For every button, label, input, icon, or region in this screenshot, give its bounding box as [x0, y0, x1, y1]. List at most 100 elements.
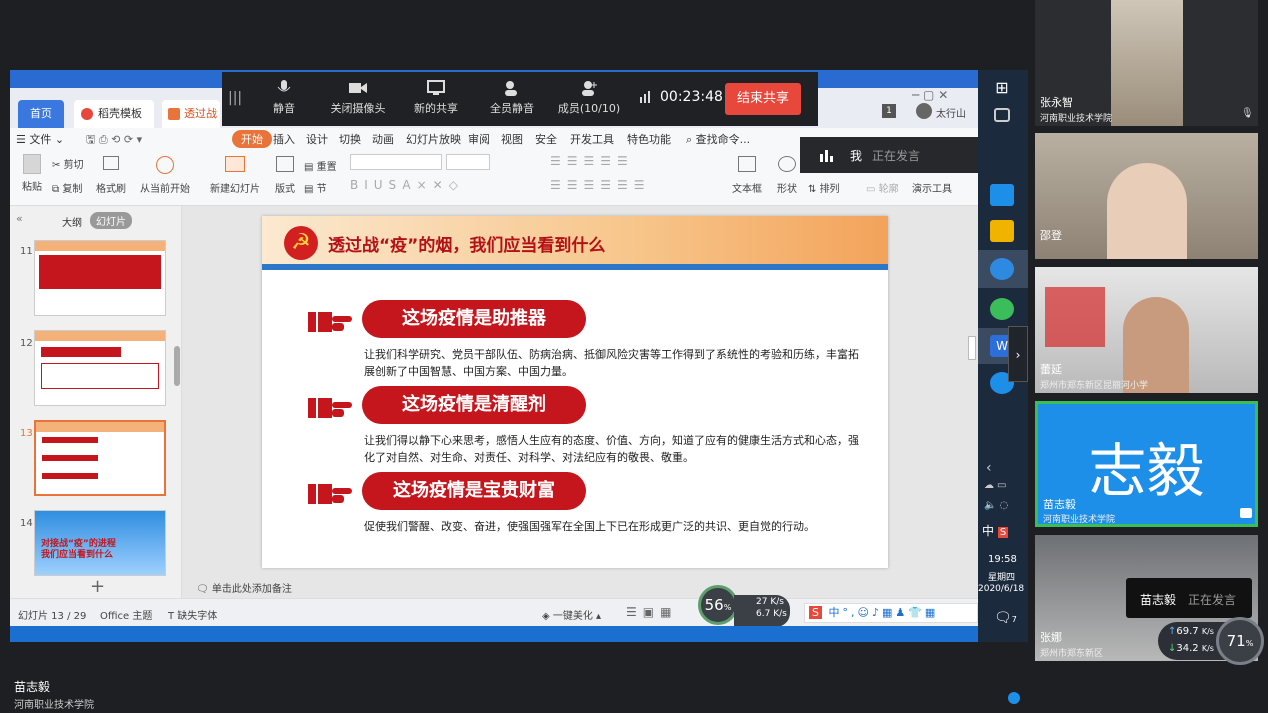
tab-slides[interactable]: 幻灯片 — [90, 212, 132, 229]
quick-access-toolbar[interactable]: 🖫 ⎙ ⟲ ⟳ ▾ — [86, 131, 142, 150]
outline-button[interactable]: ▭ 轮廓 — [866, 180, 899, 195]
thumb-number: 11 — [20, 246, 33, 257]
participant-tile[interactable]: 蕾延 郑州市郑东新区昆丽河小学 — [1035, 267, 1258, 393]
mute-button[interactable]: 静音 — [268, 80, 300, 116]
view-buttons[interactable]: ☰▣▦ — [626, 605, 677, 619]
beautify-button[interactable]: ◈ 一键美化 ▴ — [542, 607, 601, 622]
font-style-buttons[interactable]: BIUSA×✕◇ — [350, 178, 464, 192]
copy-button[interactable]: ⧉ 复制 — [52, 180, 82, 195]
layout-button[interactable]: 版式 — [270, 156, 300, 195]
menu-transition[interactable]: 切换 — [339, 131, 361, 147]
align-buttons[interactable]: ☰☰☰☰☰☰ — [550, 178, 651, 192]
reset-label: 重置 — [316, 162, 337, 173]
taskbar-active-app[interactable] — [978, 250, 1028, 288]
menu-start[interactable]: 开始 — [232, 130, 272, 148]
paragraph-buttons[interactable]: ☰☰☰☰☰ — [550, 154, 634, 168]
download-unit: K/s — [773, 609, 787, 619]
speaking-status: 正在发言 — [1188, 593, 1237, 607]
windows-start-icon[interactable]: ⊞ — [990, 78, 1014, 100]
menu-file[interactable]: ☰ 文件 ⌄ — [16, 131, 64, 147]
tab-outline[interactable]: 大纲 — [62, 214, 82, 229]
participant-video — [1111, 0, 1183, 126]
participant-tile[interactable]: 张永智 河南职业技术学院 🎙 — [1035, 0, 1258, 126]
new-share-button[interactable]: 新的共享 — [412, 80, 460, 116]
textbox-button[interactable]: 文本框 — [730, 156, 764, 195]
chat-icon[interactable] — [1008, 692, 1020, 704]
tab-document[interactable]: 透过战 — [162, 100, 220, 128]
missing-font-button[interactable]: T 缺失字体 — [168, 607, 217, 622]
ime-toolbar[interactable]: S 中°,☺♪▦♟👕▦ — [804, 603, 978, 623]
thumb-body — [41, 347, 121, 357]
participant-tile[interactable]: 邵登 — [1035, 133, 1258, 259]
slide-thumbnail-11[interactable] — [34, 240, 166, 316]
thumb-scrollbar[interactable] — [174, 346, 180, 386]
cut-button[interactable]: ✂ 剪切 — [52, 156, 84, 171]
meeting-toolbar: ||| 静音 关闭摄像头 新的共享 全员静音 成员(10/10) 00:23:4… — [222, 72, 818, 126]
user-name: 太行山 — [936, 109, 966, 120]
menu-file-label: 文件 — [29, 133, 52, 146]
slide-thumbnail-13[interactable] — [34, 420, 166, 496]
slide-scrollbar[interactable] — [968, 336, 976, 360]
meeting-timer: 00:23:48 — [660, 89, 723, 105]
cut-label: 剪切 — [63, 160, 84, 171]
new-share-label: 新的共享 — [414, 102, 458, 115]
mic-muted-icon: 🎙 — [1241, 108, 1254, 119]
section-button[interactable]: ▤ 节 — [304, 180, 327, 195]
play-icon — [156, 156, 174, 174]
menu-review[interactable]: 审阅 — [468, 131, 490, 147]
menu-view[interactable]: 视图 — [501, 131, 523, 147]
tray-icons[interactable]: ☁▭ — [984, 480, 1009, 491]
add-note[interactable]: 🗨 单击此处添加备注 — [196, 580, 292, 595]
reset-button[interactable]: ▤ 重置 — [304, 158, 337, 173]
paste-button[interactable]: 粘贴 — [18, 154, 46, 193]
collapse-panel-icon[interactable]: « — [16, 212, 23, 225]
tab-template[interactable]: 稻壳模板 — [74, 100, 154, 128]
notification-icon[interactable]: 🗨7 — [994, 610, 1017, 626]
add-slide-icon[interactable]: + — [90, 576, 105, 597]
menu-security[interactable]: 安全 — [535, 131, 557, 147]
new-slide-icon — [225, 156, 245, 172]
folder-icon[interactable] — [990, 220, 1014, 242]
format-painter-button[interactable]: 格式刷 — [94, 156, 128, 195]
presentation-tools-button[interactable]: 演示工具 — [912, 180, 952, 195]
ime-indicator[interactable]: 中 S — [982, 522, 1009, 539]
window-controls[interactable]: ─ ▢ ✕ — [912, 88, 948, 102]
members-button[interactable]: 成员(10/10) — [556, 80, 622, 116]
wechat-icon[interactable] — [990, 298, 1014, 320]
menu-search[interactable]: ⌕ 查找命令... — [686, 131, 750, 147]
menu-slideshow[interactable]: 幻灯片放映 — [406, 131, 461, 147]
avatar[interactable] — [916, 103, 932, 119]
volume-icon[interactable]: 🔈◌ — [984, 500, 1011, 511]
shape-button[interactable]: 形状 — [772, 156, 802, 195]
font-size-select[interactable] — [446, 154, 490, 170]
font-family-select[interactable] — [350, 154, 442, 170]
clock-time[interactable]: 19:58 — [988, 554, 1017, 565]
upload-speed: ↑69.7 K/s — [1168, 626, 1214, 637]
network-gauge[interactable]: 71% — [1216, 617, 1264, 665]
participant-tile-active[interactable]: 志毅 苗志毅 河南职业技术学院 — [1035, 401, 1258, 527]
chevron-left-icon[interactable]: ‹ — [986, 460, 992, 476]
end-share-button[interactable]: 结束共享 — [725, 83, 801, 115]
mute-all-button[interactable]: 全员静音 — [488, 80, 536, 116]
sogou-icon: S — [997, 527, 1009, 538]
slide-thumbnail-12[interactable] — [34, 330, 166, 406]
new-slide-button[interactable]: 新建幻灯片 — [206, 156, 264, 195]
tab-home[interactable]: 首页 — [18, 100, 64, 128]
menu-special[interactable]: 特色功能 — [627, 131, 671, 147]
menu-design[interactable]: 设计 — [306, 131, 328, 147]
network-gauge[interactable]: 56% — [698, 585, 738, 625]
arrange-button[interactable]: ⇅ 排列 — [808, 180, 840, 195]
slide-thumbnail-14[interactable]: 对接战“疫”的进程 我们应当看到什么 — [34, 510, 166, 576]
slide[interactable]: ☭ 透过战“疫”的烟，我们应当看到什么 这场疫情是助推器 让我们科学研究、党员干… — [262, 216, 888, 568]
expand-panel-button[interactable]: › — [1008, 326, 1028, 382]
window-count-icon[interactable]: 1 — [882, 104, 896, 118]
camera-button[interactable]: 关闭摄像头 — [330, 80, 386, 116]
task-view-icon[interactable] — [994, 108, 1010, 122]
sogou-icon: S — [809, 606, 822, 619]
menu-animation[interactable]: 动画 — [372, 131, 394, 147]
menu-devtools[interactable]: 开发工具 — [570, 131, 614, 147]
menu-insert[interactable]: 插入 — [273, 131, 295, 147]
from-current-button[interactable]: 从当前开始 — [136, 156, 194, 195]
mail-icon[interactable] — [990, 184, 1014, 206]
drag-handle[interactable]: ||| — [228, 90, 242, 106]
